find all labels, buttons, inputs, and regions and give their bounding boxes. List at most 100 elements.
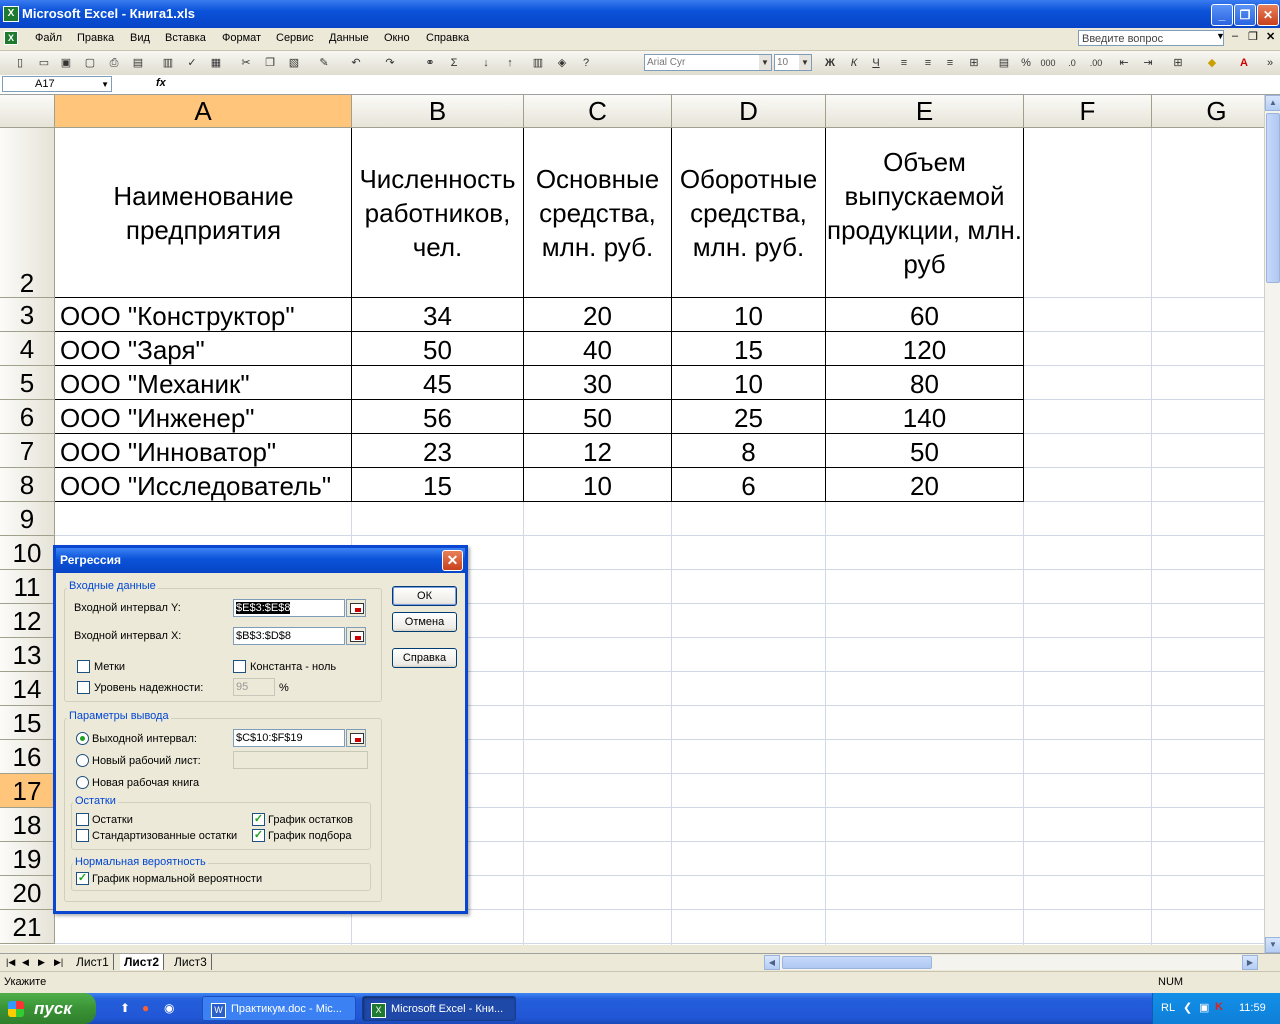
print-preview-icon[interactable]: ▤ bbox=[130, 55, 146, 71]
close-button[interactable]: ✕ bbox=[1257, 4, 1279, 26]
sheet-tab-3[interactable]: Лист3 bbox=[170, 954, 212, 970]
merge-center-icon[interactable]: ⊞ bbox=[966, 55, 982, 71]
save-icon[interactable]: ▣ bbox=[58, 55, 74, 71]
cell-b4[interactable]: 50 bbox=[352, 335, 523, 366]
cell-c7[interactable]: 12 bbox=[524, 437, 671, 468]
cell-b6[interactable]: 56 bbox=[352, 403, 523, 434]
menu-window[interactable]: Окно bbox=[384, 32, 410, 44]
new-icon[interactable]: ▯ bbox=[12, 55, 28, 71]
cell-c3[interactable]: 20 bbox=[524, 301, 671, 332]
research-icon[interactable]: ▥ bbox=[160, 55, 176, 71]
autosum-icon[interactable]: Σ bbox=[446, 55, 462, 71]
chevron-down-icon[interactable]: ▼ bbox=[1216, 31, 1225, 41]
residual-plot-checkbox[interactable]: ✓ bbox=[252, 813, 265, 826]
row-header-11[interactable]: 11 bbox=[0, 570, 55, 604]
cell-c8[interactable]: 10 bbox=[524, 471, 671, 502]
permission-icon[interactable]: ▢ bbox=[82, 55, 98, 71]
next-sheet-button[interactable]: ▶ bbox=[34, 954, 49, 970]
fill-color-icon[interactable]: ◆ bbox=[1204, 55, 1220, 71]
cell-c6[interactable]: 50 bbox=[524, 403, 671, 434]
cell-d7[interactable]: 8 bbox=[672, 437, 825, 468]
cell-d6[interactable]: 25 bbox=[672, 403, 825, 434]
prev-sheet-button[interactable]: ◀ bbox=[18, 954, 33, 970]
cell-e8[interactable]: 20 bbox=[826, 471, 1023, 502]
copy-icon[interactable]: ❐ bbox=[262, 55, 278, 71]
sort-desc-icon[interactable]: ↑ bbox=[502, 55, 518, 71]
new-sheet-radio[interactable] bbox=[76, 754, 89, 767]
increase-indent-icon[interactable]: ⇥ bbox=[1140, 55, 1156, 71]
row-header-3[interactable]: 3 bbox=[0, 298, 55, 332]
spelling-icon[interactable]: ✓ bbox=[184, 55, 200, 71]
column-header-a[interactable]: A bbox=[55, 95, 352, 128]
row-header-12[interactable]: 12 bbox=[0, 604, 55, 638]
bold-icon[interactable]: Ж bbox=[822, 55, 838, 71]
column-header-g[interactable]: G bbox=[1152, 95, 1264, 128]
std-residuals-checkbox[interactable] bbox=[76, 829, 89, 842]
scroll-down-button[interactable]: ▼ bbox=[1265, 937, 1280, 953]
language-indicator[interactable]: RL bbox=[1161, 1002, 1175, 1014]
row-header-19[interactable]: 19 bbox=[0, 842, 55, 876]
decrease-indent-icon[interactable]: ⇤ bbox=[1116, 55, 1132, 71]
font-color-icon[interactable]: A bbox=[1236, 55, 1252, 71]
drawing-icon[interactable]: ◈ bbox=[554, 55, 570, 71]
increase-decimal-icon[interactable]: .0 bbox=[1064, 55, 1080, 71]
doc-restore-button[interactable]: ❐ bbox=[1248, 30, 1258, 43]
redo-icon[interactable]: ↷ bbox=[382, 55, 398, 71]
menu-view[interactable]: Вид bbox=[130, 32, 150, 44]
column-header-c[interactable]: C bbox=[524, 95, 672, 128]
percent-icon[interactable]: % bbox=[1018, 55, 1034, 71]
confidence-checkbox[interactable] bbox=[77, 681, 90, 694]
new-book-radio[interactable] bbox=[76, 776, 89, 789]
underline-icon[interactable]: Ч bbox=[868, 55, 884, 71]
align-center-icon[interactable]: ≡ bbox=[920, 55, 936, 71]
cell-e3[interactable]: 60 bbox=[826, 301, 1023, 332]
cell-b8[interactable]: 15 bbox=[352, 471, 523, 502]
header-cell-fixed-assets[interactable]: Основные средства, млн. руб. bbox=[524, 128, 671, 297]
x-range-input[interactable]: $B$3:$D$8 bbox=[233, 627, 345, 645]
header-cell-name[interactable]: Наименование предприятия bbox=[56, 128, 351, 297]
header-cell-employees[interactable]: Численность работников, чел. bbox=[352, 128, 523, 297]
toolbar-options-icon[interactable]: » bbox=[1262, 55, 1278, 71]
font-size-combo[interactable]: 10 ▼ bbox=[774, 54, 812, 71]
row-header-21[interactable]: 21 bbox=[0, 910, 55, 944]
antivirus-icon[interactable]: K bbox=[1215, 1001, 1223, 1013]
y-range-collapse-button[interactable] bbox=[346, 599, 366, 617]
minimize-button[interactable]: _ bbox=[1211, 4, 1233, 26]
first-sheet-button[interactable]: |◀ bbox=[2, 954, 19, 970]
start-button[interactable]: пуск bbox=[0, 993, 96, 1024]
research-book-icon[interactable]: ▦ bbox=[208, 55, 224, 71]
cell-e5[interactable]: 80 bbox=[826, 369, 1023, 400]
ok-button[interactable]: ОК bbox=[392, 586, 457, 606]
format-painter-icon[interactable]: ✎ bbox=[316, 55, 332, 71]
column-header-d[interactable]: D bbox=[672, 95, 826, 128]
sort-asc-icon[interactable]: ↓ bbox=[478, 55, 494, 71]
horizontal-scrollbar[interactable]: ◀ ▶ bbox=[764, 955, 1258, 970]
borders-icon[interactable]: ⊞ bbox=[1170, 55, 1186, 71]
cut-icon[interactable]: ✂ bbox=[238, 55, 254, 71]
row-header-13[interactable]: 13 bbox=[0, 638, 55, 672]
cell-a8[interactable]: ООО "Исследователь" bbox=[60, 471, 350, 502]
align-left-icon[interactable]: ≡ bbox=[896, 55, 912, 71]
document-icon[interactable]: X bbox=[4, 31, 18, 45]
output-range-input[interactable]: $C$10:$F$19 bbox=[233, 729, 345, 747]
column-header-f[interactable]: F bbox=[1024, 95, 1152, 128]
menu-tools[interactable]: Сервис bbox=[276, 32, 314, 44]
cell-a7[interactable]: ООО "Инноватор" bbox=[60, 437, 350, 468]
dialog-close-button[interactable]: ✕ bbox=[442, 550, 463, 571]
chart-wizard-icon[interactable]: ▥ bbox=[530, 55, 546, 71]
menu-file[interactable]: Файл bbox=[35, 32, 62, 44]
row-header-20[interactable]: 20 bbox=[0, 876, 55, 910]
residuals-checkbox[interactable] bbox=[76, 813, 89, 826]
row-header-16[interactable]: 16 bbox=[0, 740, 55, 774]
row-header-7[interactable]: 7 bbox=[0, 434, 55, 468]
constant-zero-checkbox[interactable] bbox=[233, 660, 246, 673]
print-icon[interactable]: ⎙ bbox=[106, 55, 122, 71]
cell-e7[interactable]: 50 bbox=[826, 437, 1023, 468]
scroll-up-button[interactable]: ▲ bbox=[1265, 95, 1280, 111]
open-icon[interactable]: ▭ bbox=[36, 55, 52, 71]
decrease-decimal-icon[interactable]: .00 bbox=[1088, 55, 1104, 71]
fx-icon[interactable]: fx bbox=[156, 77, 166, 89]
new-sheet-input[interactable] bbox=[233, 751, 368, 769]
y-range-input[interactable]: $E$3:$E$8 bbox=[233, 599, 345, 617]
column-header-b[interactable]: B bbox=[352, 95, 524, 128]
